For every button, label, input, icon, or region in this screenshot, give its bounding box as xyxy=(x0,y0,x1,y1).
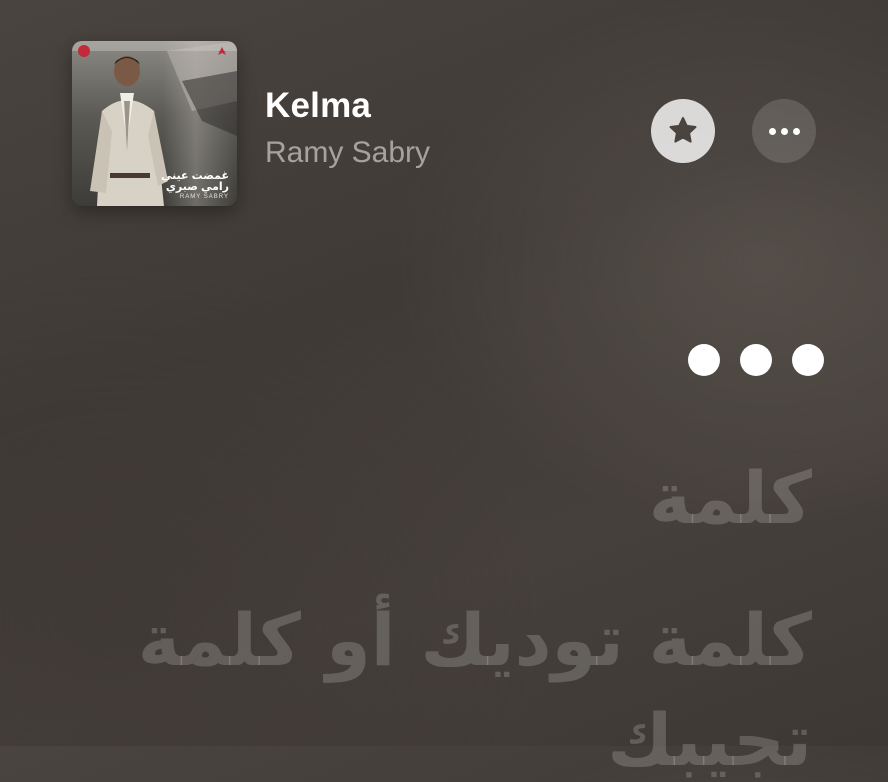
lyrics-player: غمضت عيني رامي صبري RAMY SABRY Kelma Ram… xyxy=(0,0,888,776)
more-options-button[interactable] xyxy=(752,99,816,163)
star-icon xyxy=(669,116,697,143)
lyric-line[interactable]: تجيبك xyxy=(92,704,812,776)
interlude-indicator xyxy=(688,344,824,376)
interlude-dot xyxy=(740,344,772,376)
favorite-button[interactable] xyxy=(651,99,715,163)
ellipsis-icon xyxy=(768,127,800,135)
album-artwork[interactable]: غمضت عيني رامي صبري RAMY SABRY xyxy=(72,41,237,206)
lyric-line[interactable]: كلمة xyxy=(92,462,812,534)
artwork-caption: غمضت عيني رامي صبري RAMY SABRY xyxy=(161,170,229,200)
artwork-caption-artist-latin: RAMY SABRY xyxy=(179,193,229,200)
lyrics-list: كلمة كلمة توديك أو كلمة تجيبك xyxy=(92,462,812,776)
lyric-line[interactable]: كلمة توديك أو كلمة xyxy=(92,604,812,676)
interlude-dot xyxy=(688,344,720,376)
track-artist[interactable]: Ramy Sabry xyxy=(265,136,430,170)
artwork-caption-artist: رامي صبري xyxy=(165,181,229,194)
interlude-dot xyxy=(792,344,824,376)
track-title: Kelma xyxy=(265,86,372,125)
